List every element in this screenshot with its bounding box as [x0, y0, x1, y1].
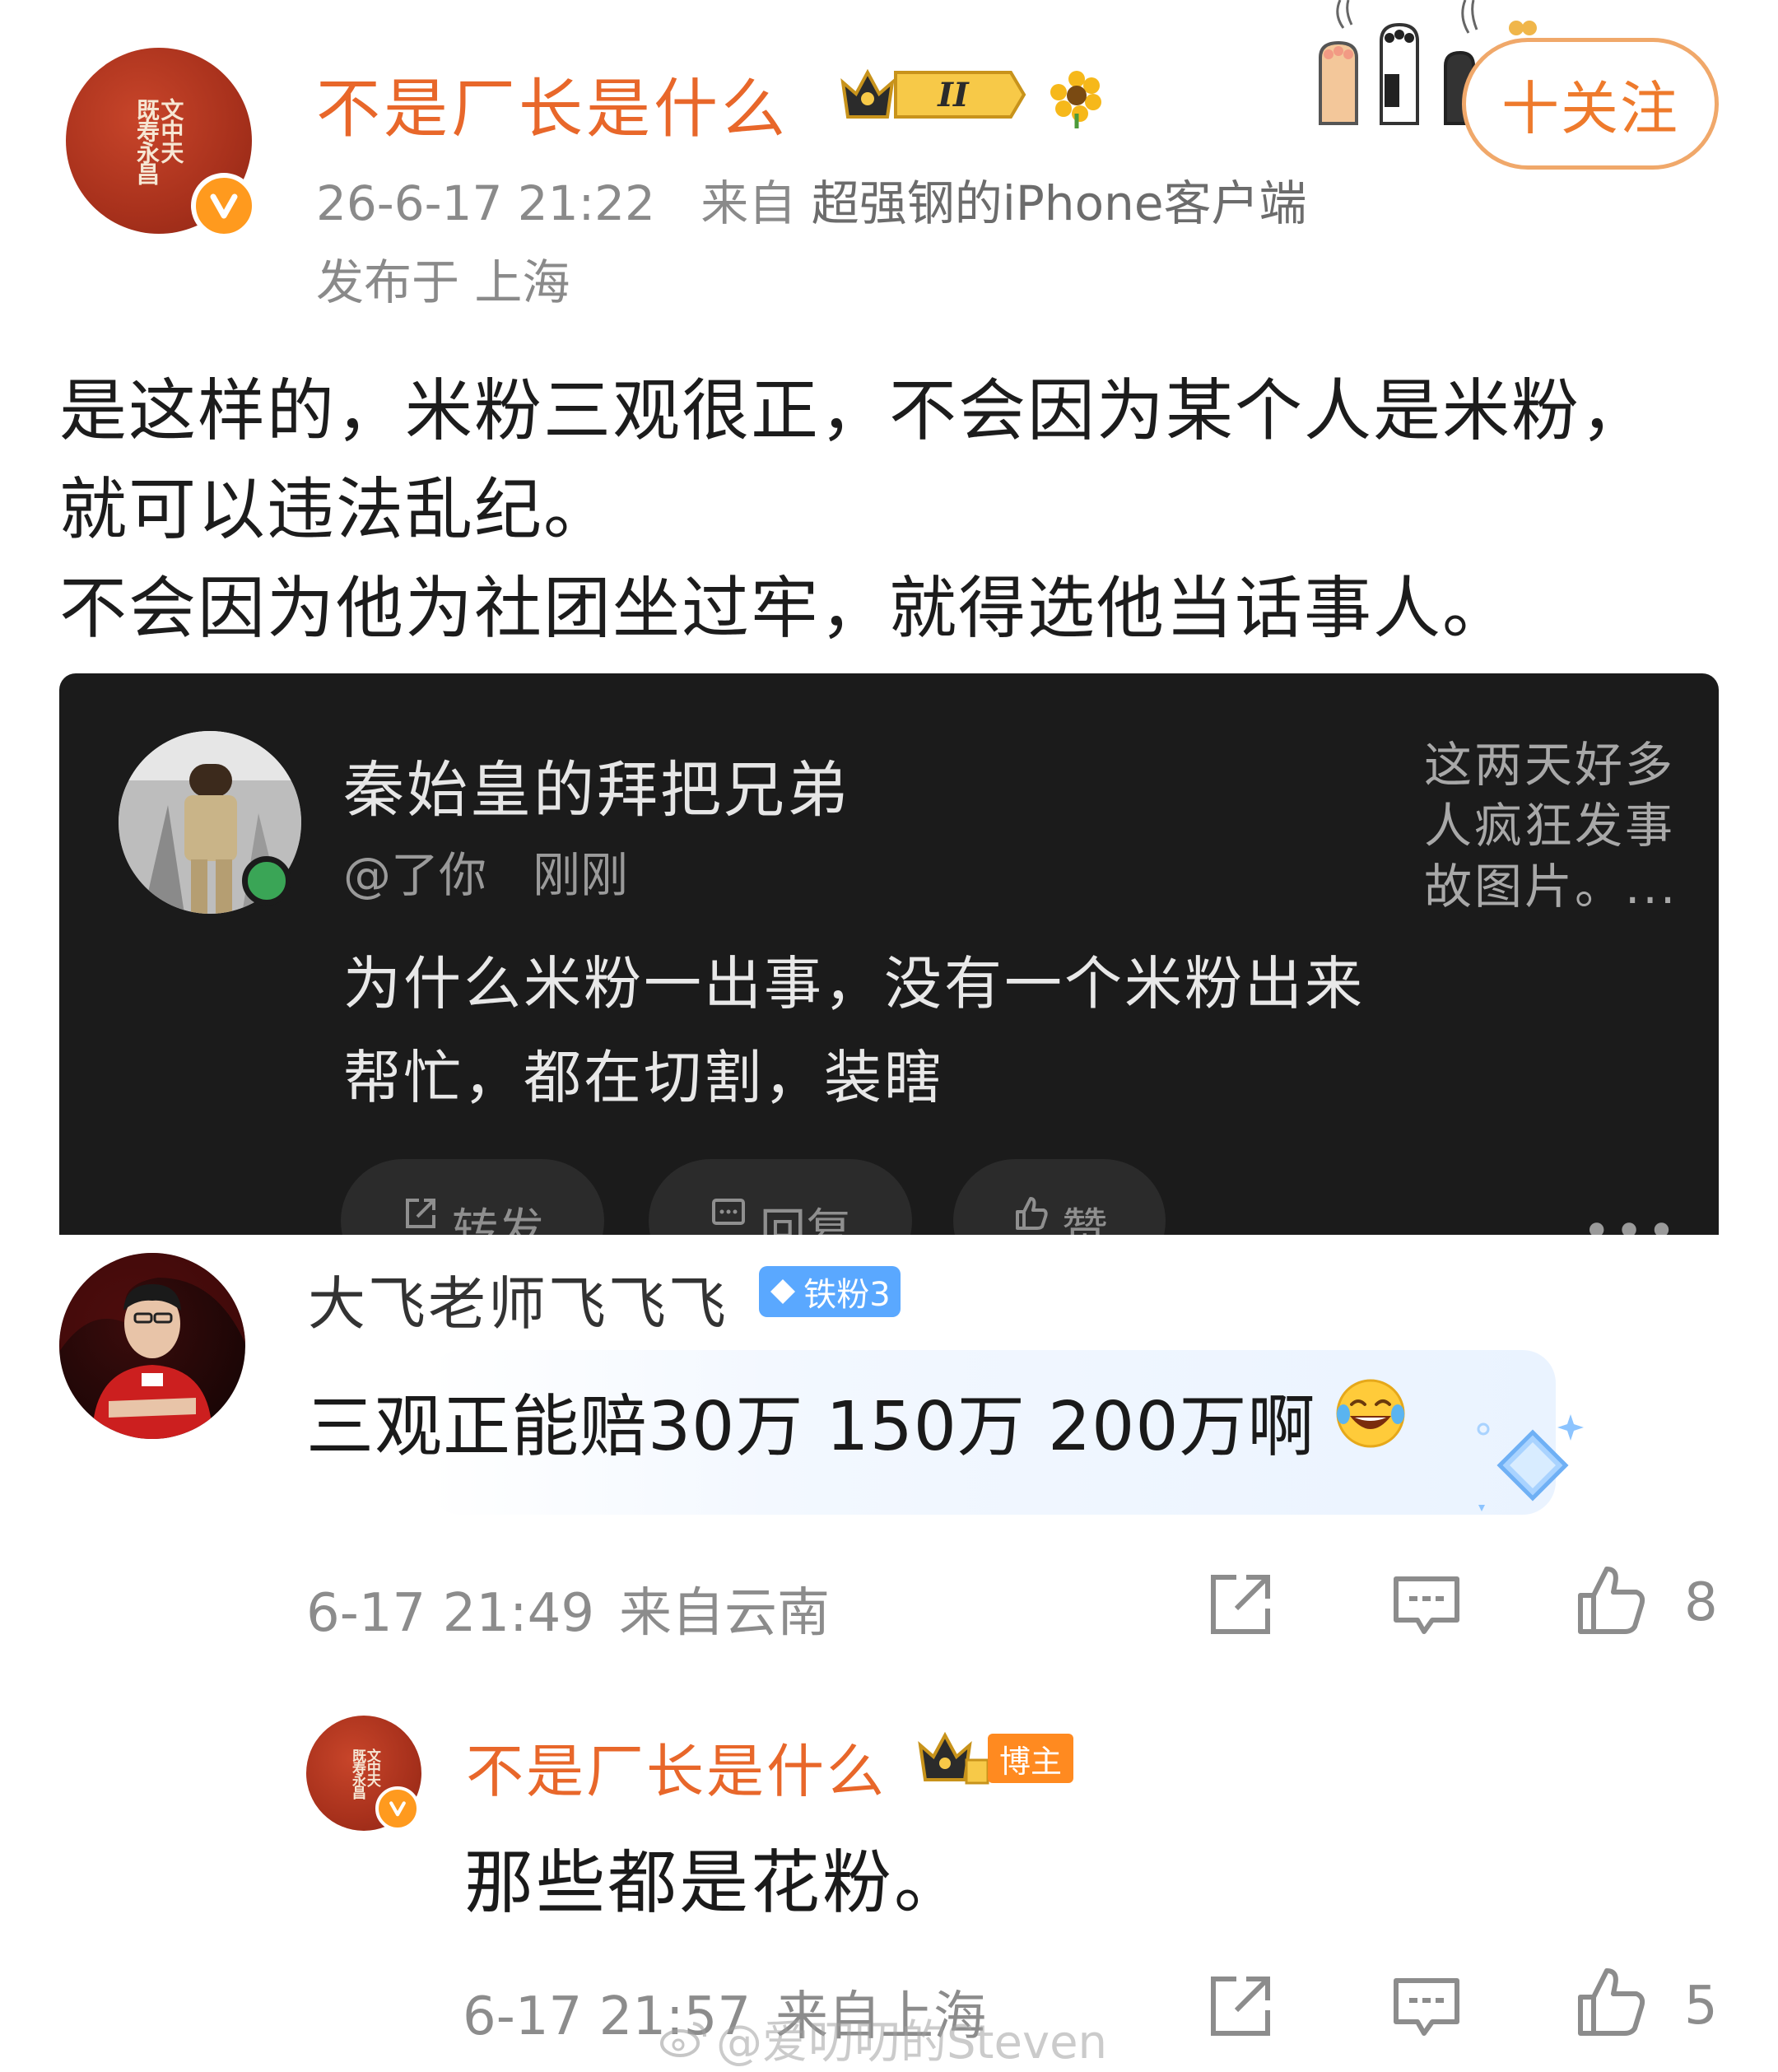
post-meta: 26-6-17 21:22 来自 超强钢的iPhone客户端: [316, 165, 1307, 234]
embed-like-button: 赞: [953, 1159, 1166, 1235]
verified-v-icon: [191, 173, 257, 239]
embed-mention: @了你: [343, 847, 487, 903]
comment-time: 6-17 21:49: [306, 1583, 595, 1644]
crown-level-icon: [918, 1731, 989, 1785]
reply-icon: [712, 1199, 745, 1225]
laughing-tears-emoji-icon: [1336, 1379, 1405, 1448]
follow-button[interactable]: 十关注: [1462, 38, 1719, 170]
fan-level-badge: 铁粉3: [759, 1266, 901, 1317]
author-badge: 博主: [988, 1734, 1073, 1783]
post-body-line: 不会因为他为社团坐过牢，就得选他当话事人。: [59, 570, 1512, 648]
avatar-seal-text: 文中天 既寿永昌: [349, 1748, 380, 1798]
verified-v-icon: [375, 1786, 420, 1831]
share-icon[interactable]: [1203, 1969, 1278, 2043]
embed-repost-button: 转发: [341, 1159, 604, 1235]
embed-reply-button: 回复: [649, 1159, 912, 1235]
embed-user-name: 秦始皇的拜把兄弟: [343, 755, 850, 826]
diamond-icon: [770, 1279, 796, 1304]
reply-author-name[interactable]: 不是厂长是什么: [466, 1725, 887, 1809]
fan-badge-label: 铁粉3: [803, 1276, 891, 1314]
comment-text: 三观正能赔30万 150万 200万啊: [306, 1388, 1316, 1466]
diamond-sparkle-decoration-icon: [1477, 1414, 1584, 1511]
weibo-logo-icon: [660, 2021, 706, 2057]
embed-comment-text: 为什么米粉一出事，没有一个米粉出来帮忙，都在切割，装瞎: [343, 950, 1365, 1111]
online-status-dot: [242, 856, 291, 906]
embed-time: 刚刚: [533, 847, 629, 903]
embed-like-label: 赞: [1062, 1204, 1108, 1235]
like-thumb-icon[interactable]: [1574, 1562, 1648, 1637]
level-badge-text: II: [937, 76, 970, 114]
like-count: 5: [1684, 1976, 1718, 2037]
commenter-name[interactable]: 大飞老师飞飞飞: [308, 1258, 728, 1341]
embedded-screenshot: 秦始皇的拜把兄弟 @了你 刚刚 这两天好多人疯狂发事故图片。... 为什么米粉一出…: [59, 673, 1719, 1235]
commenter-avatar[interactable]: [59, 1253, 245, 1439]
embed-quoted-text: 这两天好多人疯狂发事故图片。...: [1424, 737, 1678, 915]
post-author-name[interactable]: 不是厂长是什么: [316, 58, 789, 150]
share-icon[interactable]: [1203, 1567, 1278, 1641]
post-from-label: 来自: [700, 175, 797, 231]
sunflower-icon: [1050, 71, 1101, 128]
comment-icon[interactable]: [1389, 1567, 1464, 1641]
comment-icon[interactable]: [1389, 1969, 1464, 2043]
comment-location: 来自云南: [619, 1583, 831, 1644]
post-device[interactable]: 超强钢的iPhone客户端: [812, 175, 1307, 231]
post-time: 26-6-17 21:22: [316, 175, 655, 231]
reply-text: 那些都是花粉。: [464, 1842, 966, 1923]
watermark: @爱叨叨的Steven: [659, 2005, 1107, 2072]
commenter-photo-icon: [59, 1253, 245, 1439]
post-location: 发布于 上海: [316, 254, 570, 310]
embed-handle: @了你 刚刚: [343, 836, 628, 906]
watermark-text: @爱叨叨的Steven: [716, 2016, 1108, 2070]
thumb-up-icon: [1016, 1197, 1048, 1230]
post-body-line: 是这样的，米粉三观很正，不会因为某个人是米粉，就可以违法乱纪。: [59, 372, 1650, 549]
embed-reply-label: 回复: [760, 1204, 852, 1235]
crown-level-badge-icon: II: [840, 68, 1026, 119]
comment-meta: 6-17 21:49 来自云南: [306, 1571, 830, 1646]
like-count: 8: [1684, 1572, 1718, 1633]
embed-more-icon: •••: [1582, 1203, 1680, 1235]
embed-repost-label: 转发: [452, 1204, 544, 1235]
repost-icon: [406, 1199, 435, 1228]
like-thumb-icon[interactable]: [1574, 1964, 1648, 2038]
post-body: 是这样的，米粉三观很正，不会因为某个人是米粉，就可以违法乱纪。 不会因为他为社团…: [59, 362, 1706, 659]
avatar-seal-text: 文中天 既寿永昌: [133, 98, 185, 184]
